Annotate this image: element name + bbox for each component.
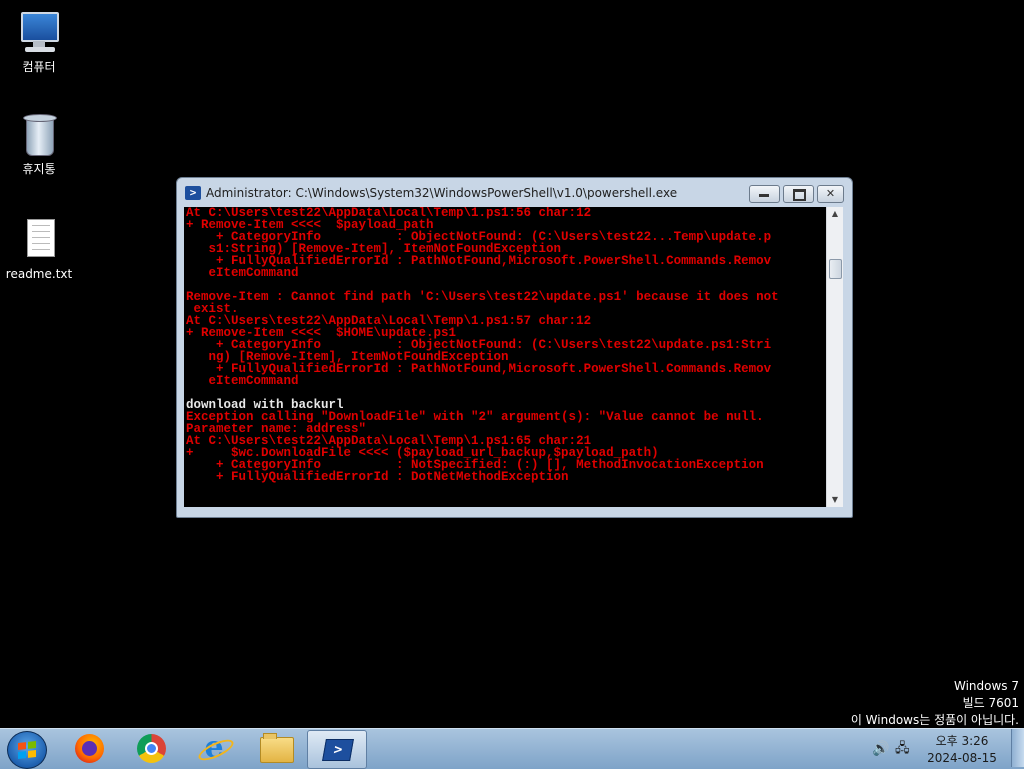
watermark-os: Windows 7: [953, 679, 1019, 693]
powershell-window[interactable]: > Administrator: C:\Windows\System32\Win…: [176, 177, 853, 518]
desktop-icon-label: readme.txt: [5, 267, 73, 281]
console-line: eItemCommand: [186, 374, 299, 388]
console-output[interactable]: At C:\Users\test22\AppData\Local\Temp\1.…: [184, 207, 826, 507]
close-icon: ✕: [825, 187, 836, 200]
window-titlebar[interactable]: > Administrator: C:\Windows\System32\Win…: [177, 178, 852, 208]
network-icon[interactable]: 🖧: [895, 741, 911, 757]
scroll-down-button[interactable]: ▼: [827, 493, 843, 507]
start-button[interactable]: [7, 731, 47, 769]
taskbar-firefox[interactable]: [60, 730, 118, 767]
vertical-scrollbar[interactable]: ▲ ▼: [826, 207, 843, 507]
desktop-icon-label: 컴퓨터: [22, 60, 56, 74]
scroll-up-button[interactable]: ▲: [827, 207, 843, 221]
file-explorer-icon: [260, 733, 294, 763]
console-line: + FullyQualifiedErrorId : DotNetMethodEx…: [186, 470, 569, 484]
firefox-icon: [75, 734, 104, 763]
taskbar-file-explorer[interactable]: [246, 730, 304, 767]
desktop-icon-recycle-bin[interactable]: 휴지통: [1, 112, 77, 177]
watermark-build: 빌드 7601: [962, 696, 1019, 710]
console-text: At C:\Users\test22\AppData\Local\Temp\1.…: [184, 207, 826, 483]
windows-logo-icon: [18, 741, 36, 759]
maximize-button[interactable]: [783, 185, 814, 203]
chrome-icon: [137, 734, 166, 763]
window-title: Administrator: C:\Windows\System32\Windo…: [206, 186, 678, 200]
taskbar-chrome[interactable]: [122, 730, 180, 767]
show-desktop-button[interactable]: [1011, 729, 1024, 767]
close-button[interactable]: ✕: [817, 185, 844, 203]
desktop-icon-computer[interactable]: 컴퓨터: [1, 10, 77, 75]
clock-date: 2024-08-15: [927, 751, 997, 765]
recycle-bin-icon: [19, 112, 59, 156]
maximize-icon: [793, 189, 806, 201]
powershell-icon: >: [322, 739, 354, 761]
speaker-icon[interactable]: 🔊: [872, 741, 889, 757]
taskbar: e >: [0, 728, 1024, 769]
computer-icon: [19, 10, 59, 54]
taskbar-powershell[interactable]: >: [307, 730, 367, 769]
console-line: Remove-Item : Cannot find path 'C:\Users…: [186, 290, 779, 304]
powershell-icon: >: [185, 186, 201, 200]
desktop-icon-label: 휴지통: [22, 162, 56, 176]
watermark-notice: 이 Windows는 정품이 아닙니다.: [850, 713, 1019, 727]
desktop-icon-readme[interactable]: readme.txt: [1, 219, 77, 281]
text-file-icon: [19, 219, 59, 263]
minimize-button[interactable]: [749, 185, 780, 203]
taskbar-internet-explorer[interactable]: e: [184, 730, 242, 767]
minimize-icon: [759, 194, 769, 197]
console-line: eItemCommand: [186, 266, 299, 280]
scroll-thumb[interactable]: [829, 259, 842, 279]
clock-time: 오후 3:26: [935, 734, 989, 748]
internet-explorer-icon: e: [199, 733, 229, 763]
clock[interactable]: 오후 3:26 2024-08-15: [922, 733, 1002, 767]
windows-watermark: Windows 7 빌드 7601 이 Windows는 정품이 아닙니다.: [851, 678, 1019, 729]
